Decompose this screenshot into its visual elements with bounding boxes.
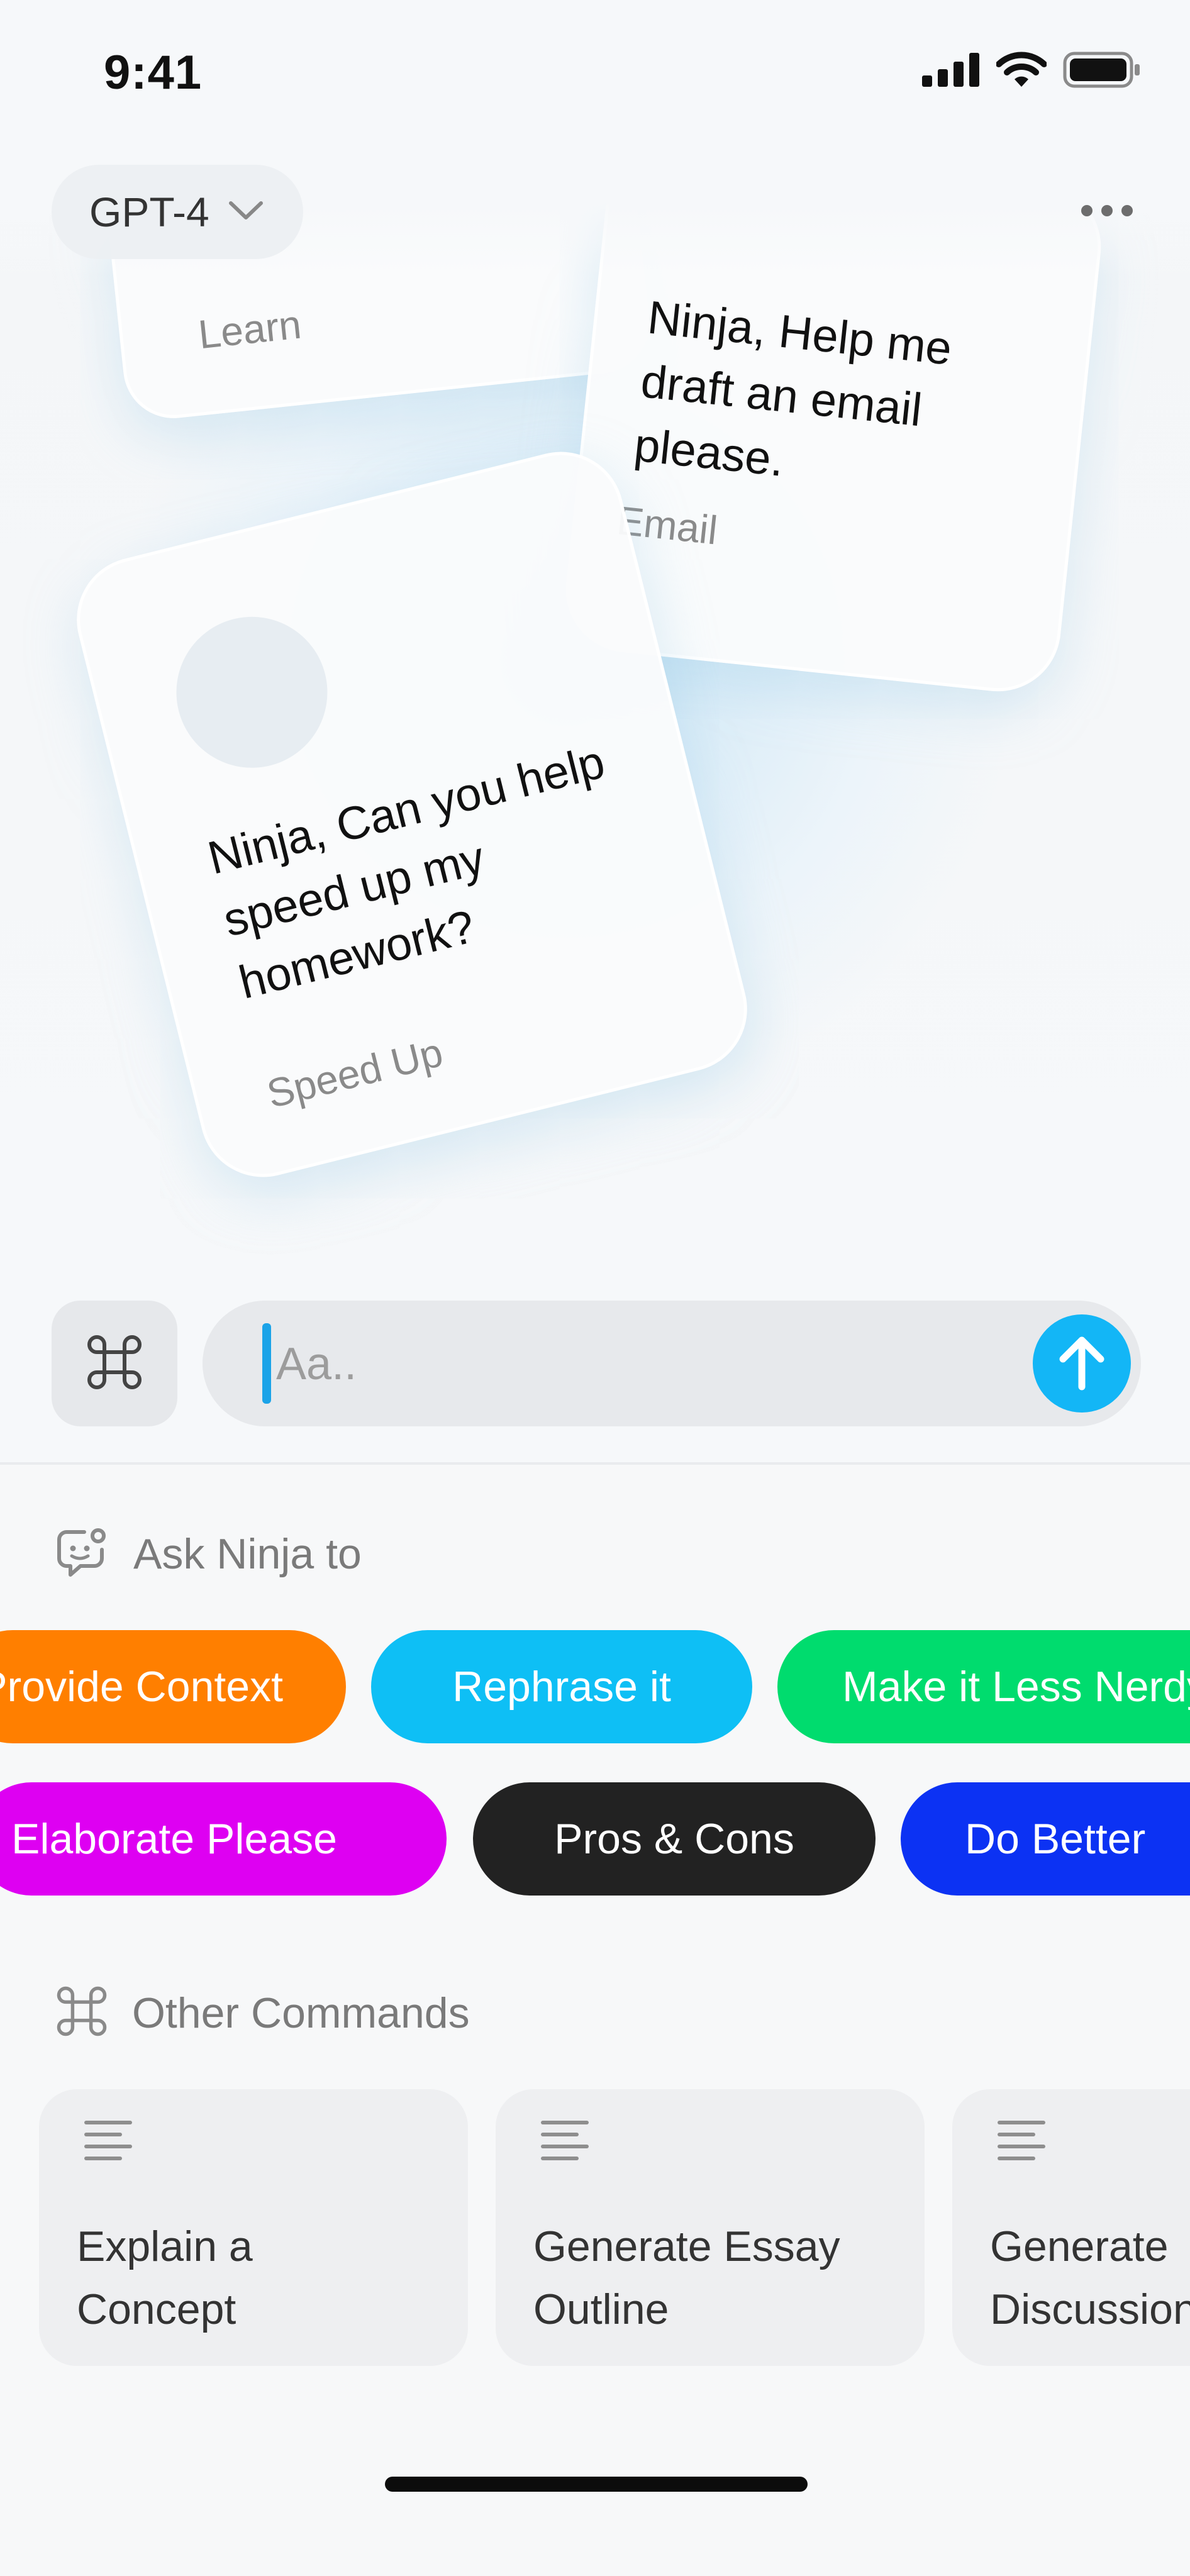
divider xyxy=(0,1462,1190,1465)
chip-do-better[interactable]: Do Better xyxy=(901,1782,1190,1896)
command-label: Generate Discussion xyxy=(990,2223,1190,2333)
text-lines-icon xyxy=(541,2119,591,2167)
chip-make-it-less-nerdy[interactable]: Make it Less Nerdy xyxy=(777,1630,1190,1743)
text-lines-icon xyxy=(998,2119,1048,2167)
card-tag: Speed Up xyxy=(262,1029,447,1117)
commands-section-header: Other Commands xyxy=(55,1985,470,2041)
home-indicator xyxy=(385,2477,808,2492)
card-avatar-circle xyxy=(160,601,343,784)
command-card-generate-discussion[interactable]: Generate Discussion xyxy=(952,2089,1190,2366)
command-icon xyxy=(55,1985,108,2041)
section-title: Other Commands xyxy=(132,1989,470,2037)
signal-icon xyxy=(922,53,980,90)
battery-icon xyxy=(1063,52,1141,91)
more-icon[interactable] xyxy=(1069,189,1145,233)
command-button[interactable] xyxy=(52,1301,177,1426)
model-selector[interactable]: GPT-4 xyxy=(52,165,303,259)
status-time: 9:41 xyxy=(104,46,203,99)
card-tag: Learn xyxy=(196,301,304,358)
command-icon xyxy=(86,1333,143,1394)
status-icons xyxy=(922,52,1141,91)
command-card-generate-essay-outline[interactable]: Generate Essay Outline xyxy=(496,2089,925,2366)
chip-provide-context[interactable]: Provide Context xyxy=(0,1630,346,1743)
text-caret xyxy=(262,1323,271,1404)
command-label: Generate Essay Outline xyxy=(533,2223,840,2333)
chip-rephrase-it[interactable]: Rephrase it xyxy=(371,1630,752,1743)
arrow-up-icon xyxy=(1057,1334,1107,1394)
status-bar: 9:41 xyxy=(0,0,1190,145)
card-prompt-text: Ninja, Can you help speed up my homework… xyxy=(203,735,610,1009)
model-name: GPT-4 xyxy=(89,189,209,235)
chat-bot-icon xyxy=(55,1527,109,1580)
app-screen: Learn Ninja, Help me draft an email plea… xyxy=(0,0,1190,2576)
message-composer xyxy=(203,1301,1141,1426)
chip-pros-and-cons[interactable]: Pros & Cons xyxy=(473,1782,876,1896)
section-title: Ask Ninja to xyxy=(133,1530,362,1578)
chevron-down-icon xyxy=(228,201,264,224)
ask-section-header: Ask Ninja to xyxy=(55,1527,362,1580)
chip-elaborate-please[interactable]: Elaborate Please xyxy=(0,1782,447,1896)
card-prompt-text: Ninja, Help me draft an email please. xyxy=(631,291,955,486)
command-card-explain-concept[interactable]: Explain a Concept xyxy=(39,2089,468,2366)
text-lines-icon xyxy=(84,2119,135,2167)
wifi-icon xyxy=(996,52,1047,91)
send-button[interactable] xyxy=(1033,1314,1131,1413)
message-input[interactable] xyxy=(275,1326,1020,1402)
command-label: Explain a Concept xyxy=(77,2223,253,2333)
